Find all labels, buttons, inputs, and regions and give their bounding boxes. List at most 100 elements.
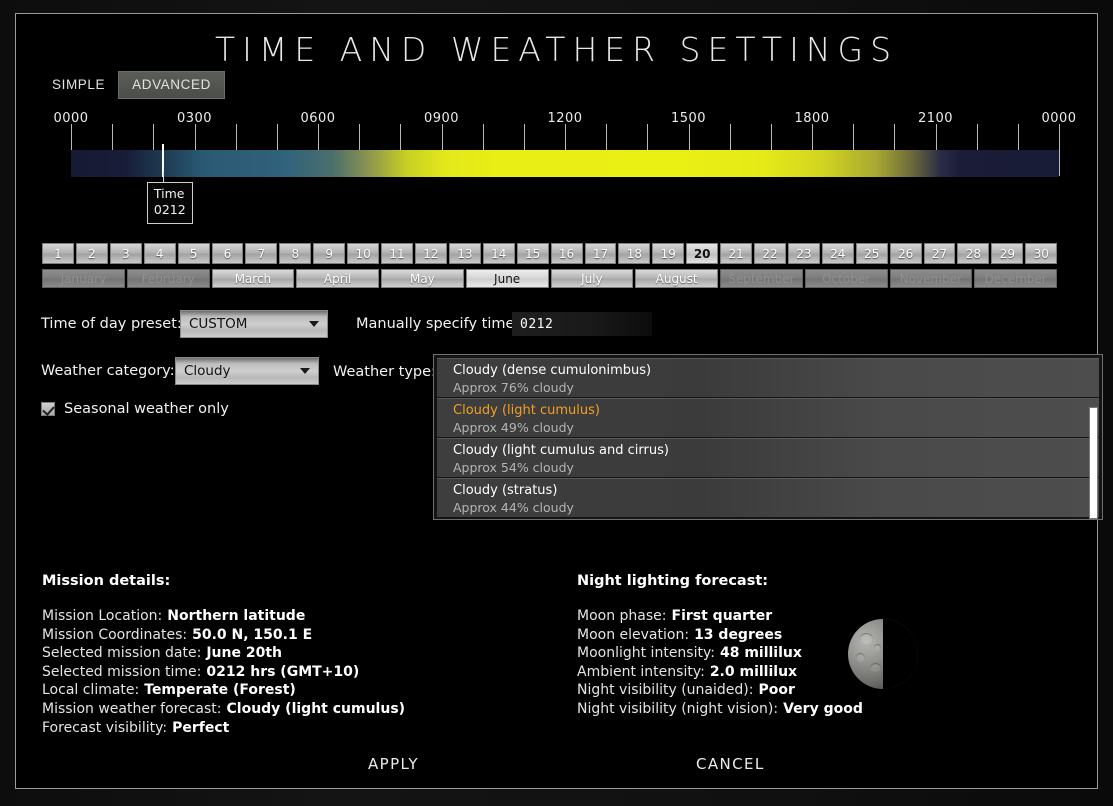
- mission-details-list: Mission Location: Northern latitude Missio…: [42, 607, 405, 737]
- day-button-18[interactable]: 18: [618, 243, 651, 264]
- day-button-16[interactable]: 16: [550, 243, 583, 264]
- timeline-daylight-gradient[interactable]: [71, 150, 1059, 177]
- mission-detail-label: Mission Coordinates:: [42, 626, 188, 643]
- weather-type-coverage: Approx 49% cloudy: [453, 420, 574, 435]
- day-button-20[interactable]: 20: [686, 243, 719, 264]
- night-forecast-row: Moon phase: First quarter: [577, 607, 863, 626]
- moon-shadow: [883, 619, 918, 689]
- weather-type-name: Cloudy (light cumulus): [453, 403, 600, 418]
- moon-crater: [856, 653, 865, 662]
- day-button-5[interactable]: 5: [177, 243, 210, 264]
- time-preset-dropdown[interactable]: CUSTOM: [180, 310, 328, 338]
- weather-category-value: Cloudy: [184, 363, 231, 379]
- day-button-26[interactable]: 26: [889, 243, 922, 264]
- manual-time-label: Manually specify time:: [356, 316, 520, 332]
- settings-panel: TIME AND WEATHER SETTINGS SIMPLE ADVANCE…: [15, 13, 1103, 789]
- mission-detail-value: Perfect: [172, 719, 230, 736]
- mission-detail-label: Forecast visibility:: [42, 719, 168, 736]
- day-button-19[interactable]: 19: [652, 243, 685, 264]
- day-button-21[interactable]: 21: [720, 243, 753, 264]
- weather-type-label: Weather type:: [333, 364, 436, 380]
- mission-detail-value: Temperate (Forest): [144, 682, 296, 699]
- day-button-29[interactable]: 29: [991, 243, 1024, 264]
- mission-detail-value: 0212 hrs (GMT+10): [206, 663, 360, 680]
- weather-type-scrollbar-thumb[interactable]: [1089, 407, 1098, 519]
- mission-detail-row: Forecast visibility: Perfect: [42, 719, 405, 738]
- night-forecast-row: Moonlight intensity: 48 millilux: [577, 644, 863, 663]
- tab-advanced[interactable]: ADVANCED: [118, 71, 225, 99]
- month-button-march[interactable]: March: [211, 269, 295, 288]
- weather-type-item[interactable]: Cloudy (stratus) Approx 44% cloudy: [437, 478, 1099, 517]
- day-button-25[interactable]: 25: [855, 243, 888, 264]
- weather-type-name: Cloudy (dense cumulonimbus): [453, 363, 652, 378]
- month-button-august[interactable]: August: [635, 269, 718, 288]
- day-button-23[interactable]: 23: [787, 243, 820, 264]
- day-button-6[interactable]: 6: [211, 243, 244, 264]
- night-forecast-heading: Night lighting forecast:: [577, 573, 769, 589]
- day-button-22[interactable]: 22: [754, 243, 786, 264]
- seasonal-weather-label: Seasonal weather only: [64, 401, 229, 417]
- month-button-june[interactable]: June: [465, 269, 549, 288]
- timeline-tick: [1059, 124, 1060, 176]
- moon-crater: [860, 633, 873, 644]
- night-forecast-value: 2.0 millilux: [709, 663, 798, 680]
- time-timeline[interactable]: 0000 0300 0600 0900 1200 1500 1800 2100 0000 Tim…: [53, 106, 1076, 224]
- weather-type-item[interactable]: Cloudy (dense cumulonimbus) Approx 76% cl…: [437, 358, 1099, 397]
- night-forecast-label: Night visibility (night vision):: [577, 700, 779, 717]
- day-button-4[interactable]: 4: [143, 243, 176, 264]
- tooltip-title: Time: [153, 186, 185, 201]
- day-button-8[interactable]: 8: [279, 243, 312, 264]
- night-forecast-label: Night visibility (unaided):: [577, 682, 754, 699]
- month-button-july[interactable]: July: [550, 269, 634, 288]
- mission-detail-value: Northern latitude: [167, 608, 306, 624]
- night-forecast-row: Night visibility (night vision): Very goo…: [577, 700, 863, 719]
- day-button-13[interactable]: 13: [448, 243, 481, 264]
- seasonal-weather-checkbox-row[interactable]: Seasonal weather only: [41, 401, 229, 417]
- moon-phase-icon: [848, 619, 918, 689]
- day-button-17[interactable]: 17: [584, 243, 617, 264]
- chevron-down-icon: [309, 321, 319, 327]
- day-button-11[interactable]: 11: [381, 243, 413, 264]
- day-button-10[interactable]: 10: [347, 243, 380, 264]
- page-title: TIME AND WEATHER SETTINGS: [214, 30, 899, 69]
- day-button-12[interactable]: 12: [414, 243, 447, 264]
- month-button-april[interactable]: April: [296, 269, 379, 288]
- month-selector[interactable]: January February March April May June July Augu…: [42, 269, 1057, 288]
- day-button-27[interactable]: 27: [923, 243, 956, 264]
- mission-detail-label: Local climate:: [42, 682, 140, 699]
- seasonal-weather-checkbox[interactable]: [41, 402, 55, 416]
- month-button-october: October: [804, 269, 888, 288]
- manual-time-input[interactable]: 0212: [512, 312, 652, 336]
- time-preset-label: Time of day preset:: [41, 316, 182, 332]
- day-button-9[interactable]: 9: [313, 243, 346, 264]
- night-forecast-value: First quarter: [671, 608, 773, 624]
- day-button-24[interactable]: 24: [821, 243, 854, 264]
- day-button-2[interactable]: 2: [75, 243, 108, 264]
- night-forecast-row: Night visibility (unaided): Poor: [577, 681, 863, 700]
- day-button-15[interactable]: 15: [516, 243, 549, 264]
- weather-type-coverage: Approx 76% cloudy: [453, 380, 574, 395]
- day-button-1[interactable]: 1: [42, 243, 74, 264]
- night-forecast-value: 13 degrees: [694, 626, 783, 643]
- night-forecast-row: Ambient intensity: 2.0 millilux: [577, 663, 863, 682]
- day-button-30[interactable]: 30: [1025, 243, 1058, 264]
- mission-detail-label: Mission Location:: [42, 608, 163, 624]
- moon-crater: [874, 644, 881, 651]
- weather-type-coverage: Approx 54% cloudy: [453, 460, 574, 475]
- weather-type-item[interactable]: Cloudy (light cumulus and cirrus) Approx …: [437, 438, 1099, 477]
- mission-detail-label: Selected mission time:: [42, 663, 202, 680]
- day-selector[interactable]: 1 2 3 4 5 6 7 8 9 10 11 12 13 14 15 16 17 18 19 20 21 22 23 24 2…: [42, 243, 1058, 264]
- weather-type-item[interactable]: Cloudy (light cumulus) Approx 49% cloudy: [437, 398, 1099, 437]
- apply-button[interactable]: APPLY: [368, 755, 419, 773]
- day-button-7[interactable]: 7: [245, 243, 278, 264]
- tab-simple[interactable]: SIMPLE: [39, 71, 118, 99]
- day-button-14[interactable]: 14: [482, 243, 515, 264]
- mission-detail-value: June 20th: [206, 645, 282, 662]
- night-forecast-list: Moon phase: First quarter Moon elevation: 1…: [577, 607, 863, 719]
- weather-type-list[interactable]: Cloudy (dense cumulonimbus) Approx 76% cl…: [433, 354, 1103, 520]
- cancel-button[interactable]: CANCEL: [696, 755, 765, 773]
- day-button-3[interactable]: 3: [109, 243, 142, 264]
- weather-category-dropdown[interactable]: Cloudy: [175, 357, 319, 385]
- day-button-28[interactable]: 28: [957, 243, 990, 264]
- month-button-may[interactable]: May: [381, 269, 464, 288]
